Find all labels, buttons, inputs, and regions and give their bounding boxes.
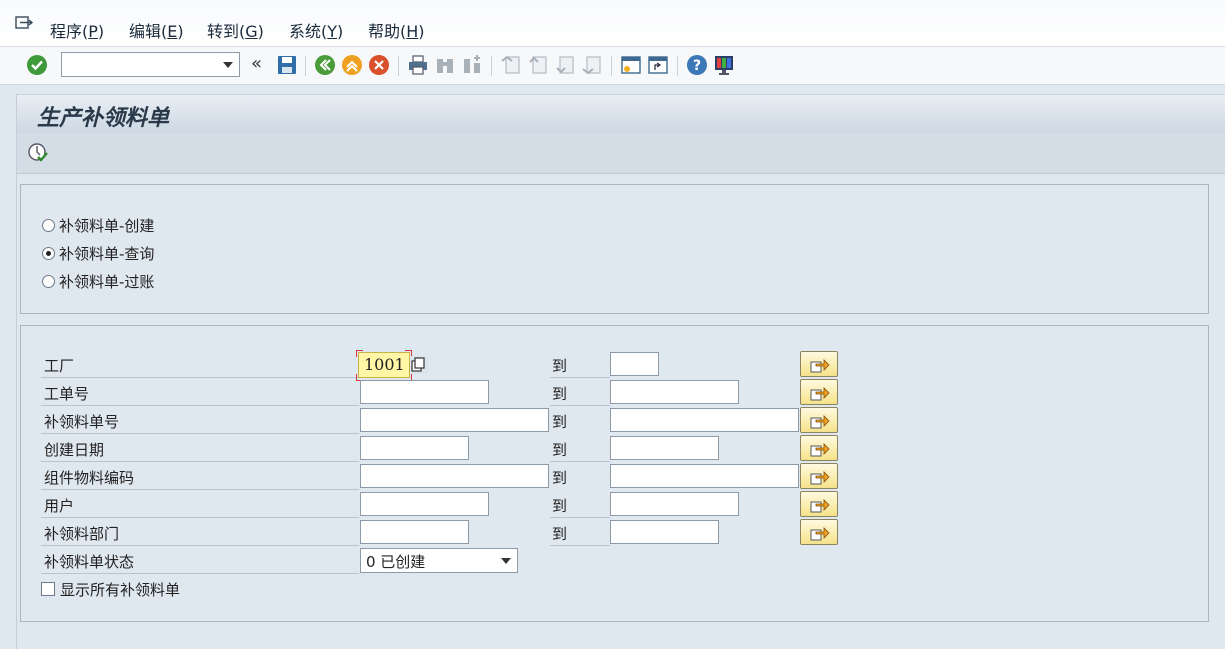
customize-layout-icon[interactable]: [712, 53, 736, 77]
to-label: 到: [552, 413, 568, 431]
menu-bar: 程序(P) 编辑(E) 转到(G) 系统(Y) 帮助(H): [0, 0, 1225, 47]
multiple-selection-arrow-icon: [810, 499, 830, 513]
requisition-no-from-input[interactable]: [360, 408, 549, 432]
department-to-input[interactable]: [610, 520, 719, 544]
back-icon[interactable]: [313, 53, 337, 77]
page-title: 生产补领料单: [37, 105, 170, 131]
department-multiple-selection-button[interactable]: [800, 519, 838, 545]
show-all-label: 显示所有补领料单: [60, 581, 181, 599]
find-icon[interactable]: [433, 53, 457, 77]
command-field[interactable]: [61, 52, 240, 77]
to-label: 到: [552, 357, 568, 375]
title-bar: 生产补领料单: [17, 94, 1225, 133]
plant-multiple-selection-button[interactable]: [800, 351, 838, 377]
first-page-icon[interactable]: [499, 53, 523, 77]
chevron-down-icon[interactable]: [223, 62, 233, 68]
status-select[interactable]: 0 已创建: [360, 548, 518, 573]
created-date-multiple-selection-button[interactable]: [800, 435, 838, 461]
radio-query[interactable]: 补领料单-查询: [42, 242, 154, 264]
plant-from-input[interactable]: 1001: [358, 352, 410, 378]
component-material-label: 组件物料编码: [44, 469, 135, 487]
component-material-to-input[interactable]: [610, 464, 799, 488]
menu-edit[interactable]: 编辑(E): [129, 18, 184, 42]
multiple-selection-arrow-icon: [810, 387, 830, 401]
component-material-from-input[interactable]: [360, 464, 549, 488]
radio-create-label: 补领料单-创建: [59, 216, 155, 235]
to-label: 到: [552, 497, 568, 515]
copy-icon[interactable]: [410, 356, 428, 374]
user-label: 用户: [44, 497, 75, 515]
plant-label: 工厂: [44, 357, 75, 375]
chevron-down-icon[interactable]: [501, 558, 511, 564]
work-order-from-input[interactable]: [360, 380, 489, 404]
to-label: 到: [552, 385, 568, 403]
user-from-input[interactable]: [360, 492, 489, 516]
cancel-icon[interactable]: [367, 53, 391, 77]
requisition-no-to-input[interactable]: [610, 408, 799, 432]
menu-help[interactable]: 帮助(H): [368, 18, 425, 42]
menu-goto[interactable]: 转到(G): [207, 18, 264, 42]
menu-exit-icon[interactable]: [14, 14, 34, 32]
print-icon[interactable]: [406, 53, 430, 77]
menu-program[interactable]: 程序(P): [50, 18, 104, 42]
to-label: 到: [552, 525, 568, 543]
help-icon[interactable]: ?: [685, 53, 709, 77]
to-label: 到: [552, 441, 568, 459]
department-label: 补领料部门: [44, 525, 120, 543]
user-to-input[interactable]: [610, 492, 739, 516]
find-next-icon[interactable]: [460, 53, 484, 77]
radio-post[interactable]: 补领料单-过账: [42, 270, 154, 292]
user-multiple-selection-button[interactable]: [800, 491, 838, 517]
radio-post-button[interactable]: [42, 274, 55, 288]
enter-check-icon[interactable]: [25, 53, 49, 77]
last-page-icon[interactable]: [580, 53, 604, 77]
execute-icon[interactable]: [27, 142, 49, 164]
multiple-selection-arrow-icon: [810, 359, 830, 373]
mode-selection-panel: 补领料单-创建 补领料单-查询 补领料单-过账: [20, 184, 1209, 314]
shortcut-icon[interactable]: [646, 53, 670, 77]
standard-toolbar: « ?: [0, 47, 1225, 85]
radio-post-label: 补领料单-过账: [59, 272, 155, 291]
menu-system[interactable]: 系统(Y): [289, 18, 343, 42]
multiple-selection-arrow-icon: [810, 527, 830, 541]
created-date-label: 创建日期: [44, 441, 105, 459]
application-toolbar: [17, 133, 1225, 174]
to-label: 到: [552, 469, 568, 487]
radio-query-button[interactable]: [42, 246, 55, 260]
status-select-value: 0 已创建: [366, 553, 426, 571]
radio-query-label: 补领料单-查询: [59, 244, 155, 263]
previous-page-icon[interactable]: [526, 53, 550, 77]
radio-create-button[interactable]: [42, 218, 55, 232]
create-session-icon[interactable]: [619, 53, 643, 77]
command-input[interactable]: [65, 54, 219, 77]
multiple-selection-arrow-icon: [810, 415, 830, 429]
show-all-checkbox[interactable]: [41, 582, 55, 596]
expand-toolbar-button[interactable]: «: [251, 53, 262, 74]
status-label: 补领料单状态: [44, 553, 135, 571]
next-page-icon[interactable]: [553, 53, 577, 77]
plant-to-input[interactable]: [610, 352, 659, 376]
save-icon[interactable]: [275, 53, 299, 77]
requisition-no-label: 补领料单号: [44, 413, 120, 431]
created-date-to-input[interactable]: [610, 436, 719, 460]
svg-text:?: ?: [693, 58, 701, 74]
multiple-selection-arrow-icon: [810, 471, 830, 485]
work-order-label: 工单号: [44, 385, 90, 403]
radio-create[interactable]: 补领料单-创建: [42, 214, 154, 236]
work-order-to-input[interactable]: [610, 380, 739, 404]
requisition-no-multiple-selection-button[interactable]: [800, 407, 838, 433]
work-order-multiple-selection-button[interactable]: [800, 379, 838, 405]
exit-icon[interactable]: [340, 53, 364, 77]
component-material-multiple-selection-button[interactable]: [800, 463, 838, 489]
department-from-input[interactable]: [360, 520, 469, 544]
created-date-from-input[interactable]: [360, 436, 469, 460]
multiple-selection-arrow-icon: [810, 443, 830, 457]
